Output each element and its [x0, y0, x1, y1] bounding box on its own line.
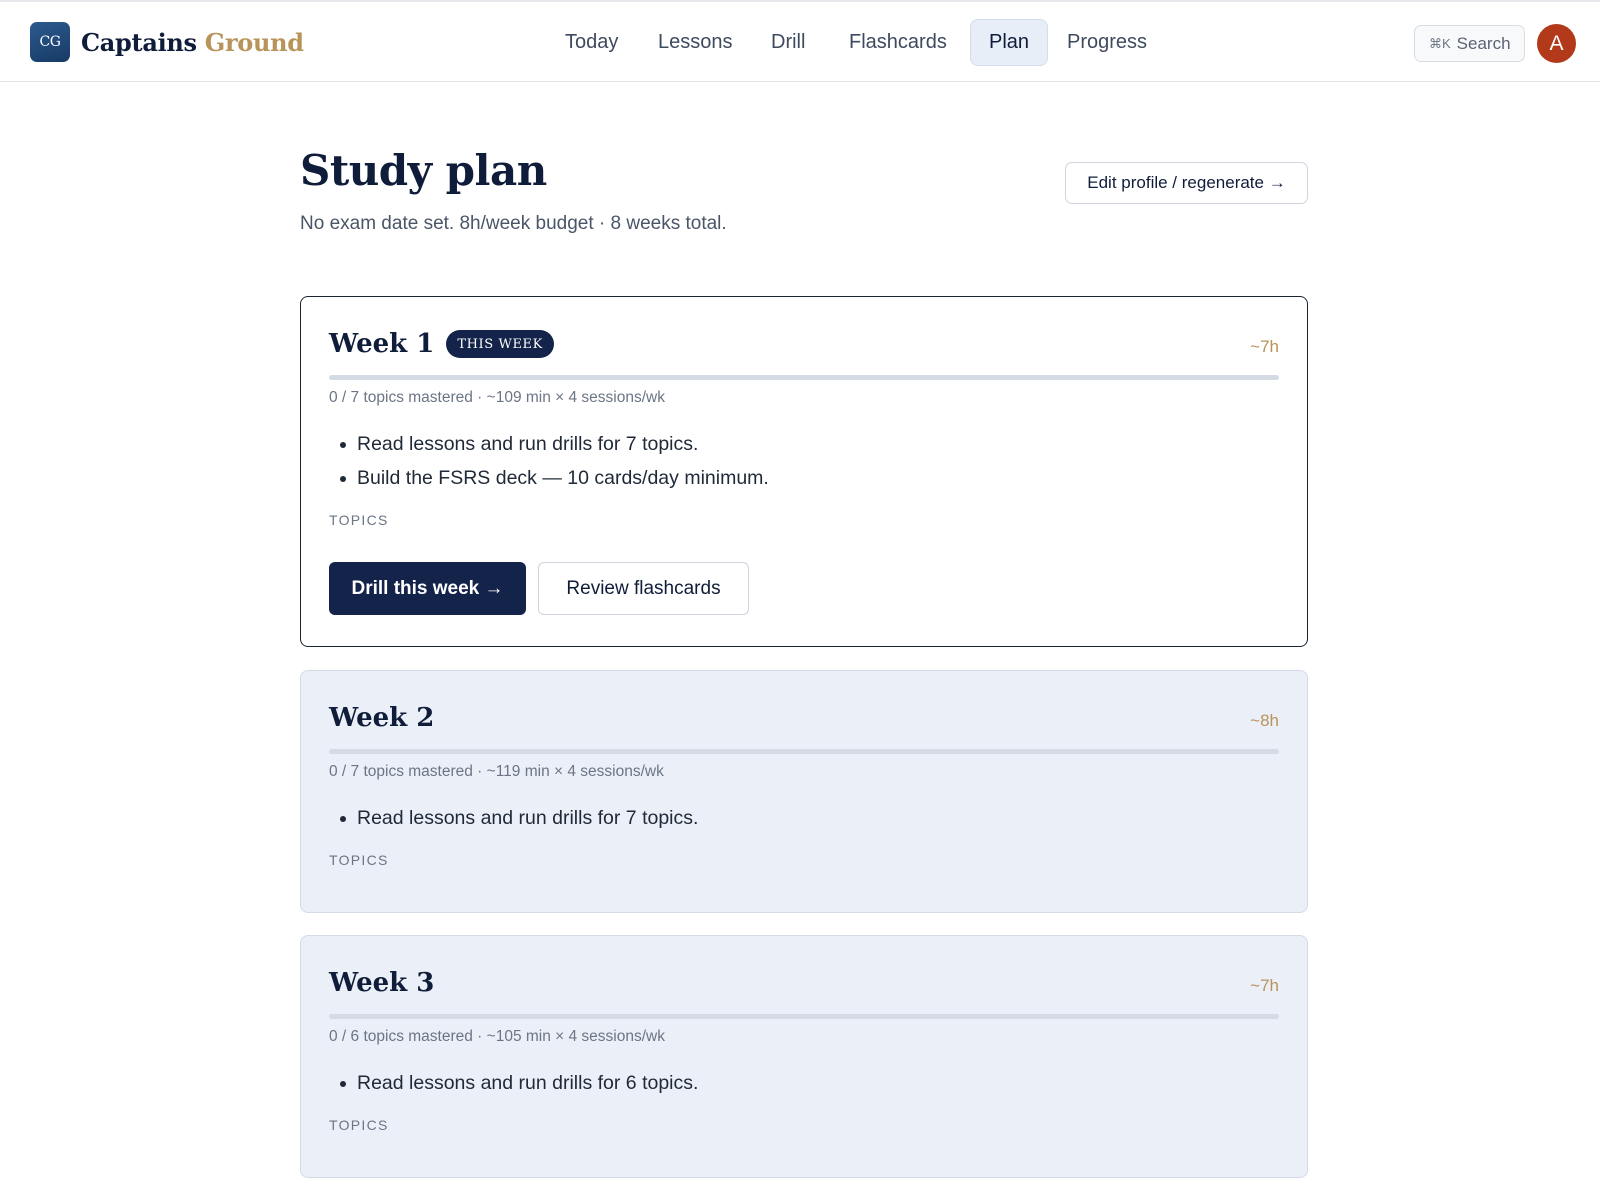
keyboard-shortcut-hint: ⌘K — [1429, 35, 1451, 51]
list-item: Build the FSRS deck — 10 cards/day minim… — [329, 461, 769, 495]
week-title: Week 2 — [329, 703, 435, 733]
week-meta: 0 / 7 topics mastered · ~109 min × 4 ses… — [329, 389, 665, 406]
topics-label: TOPICS — [329, 512, 389, 528]
page-subtitle: No exam date set. 8h/week budget · 8 wee… — [300, 213, 727, 234]
topics-label: TOPICS — [329, 1117, 389, 1133]
search-label: Search — [1456, 33, 1511, 53]
edit-profile-regenerate-button[interactable]: Edit profile / regenerate → — [1065, 162, 1308, 204]
week-hours: ~7h — [1250, 337, 1279, 356]
main-nav: Today Lessons Drill Flashcards Plan Prog… — [0, 19, 1600, 67]
week-task-list: Read lessons and run drills for 7 topics… — [329, 801, 698, 835]
week-header: Week 1 THIS WEEK — [329, 329, 554, 359]
week-card: Week 3 ~7h 0 / 6 topics mastered · ~105 … — [300, 935, 1308, 1178]
week-title: Week 1 — [329, 329, 435, 359]
list-item: Read lessons and run drills for 7 topics… — [329, 801, 698, 835]
nav-item-progress[interactable]: Progress — [1049, 19, 1165, 66]
user-avatar[interactable]: A — [1537, 24, 1576, 63]
week-title: Week 3 — [329, 968, 435, 998]
week-progress-bar — [329, 749, 1279, 754]
week-card: Week 2 ~8h 0 / 7 topics mastered · ~119 … — [300, 670, 1308, 913]
week-header: Week 2 — [329, 703, 434, 733]
nav-item-flashcards[interactable]: Flashcards — [831, 19, 965, 66]
top-navigation-bar: CG Captains Ground Today Lessons Drill Fl… — [0, 0, 1600, 82]
week-task-list: Read lessons and run drills for 7 topics… — [329, 427, 769, 495]
week-progress-bar — [329, 1014, 1279, 1019]
page-title: Study plan — [300, 146, 547, 195]
nav-item-plan[interactable]: Plan — [970, 19, 1049, 66]
nav-item-today[interactable]: Today — [547, 19, 636, 66]
week-progress-bar — [329, 375, 1279, 380]
week-hours: ~8h — [1250, 711, 1279, 730]
search-button[interactable]: ⌘K Search — [1414, 25, 1525, 62]
list-item: Read lessons and run drills for 7 topics… — [329, 427, 769, 461]
list-item: Read lessons and run drills for 6 topics… — [329, 1066, 698, 1100]
week-hours: ~7h — [1250, 976, 1279, 995]
this-week-badge: THIS WEEK — [446, 330, 554, 358]
nav-item-drill[interactable]: Drill — [753, 19, 823, 66]
week-card: Week 1 THIS WEEK ~7h 0 / 7 topics master… — [300, 296, 1308, 647]
nav-item-lessons[interactable]: Lessons — [640, 19, 751, 66]
topics-label: TOPICS — [329, 852, 389, 868]
review-flashcards-button[interactable]: Review flashcards — [538, 562, 749, 615]
drill-this-week-button[interactable]: Drill this week → — [329, 562, 526, 615]
week-meta: 0 / 6 topics mastered · ~105 min × 4 ses… — [329, 1028, 665, 1045]
week-header: Week 3 — [329, 968, 434, 998]
week-task-list: Read lessons and run drills for 6 topics… — [329, 1066, 698, 1100]
week-meta: 0 / 7 topics mastered · ~119 min × 4 ses… — [329, 763, 664, 780]
